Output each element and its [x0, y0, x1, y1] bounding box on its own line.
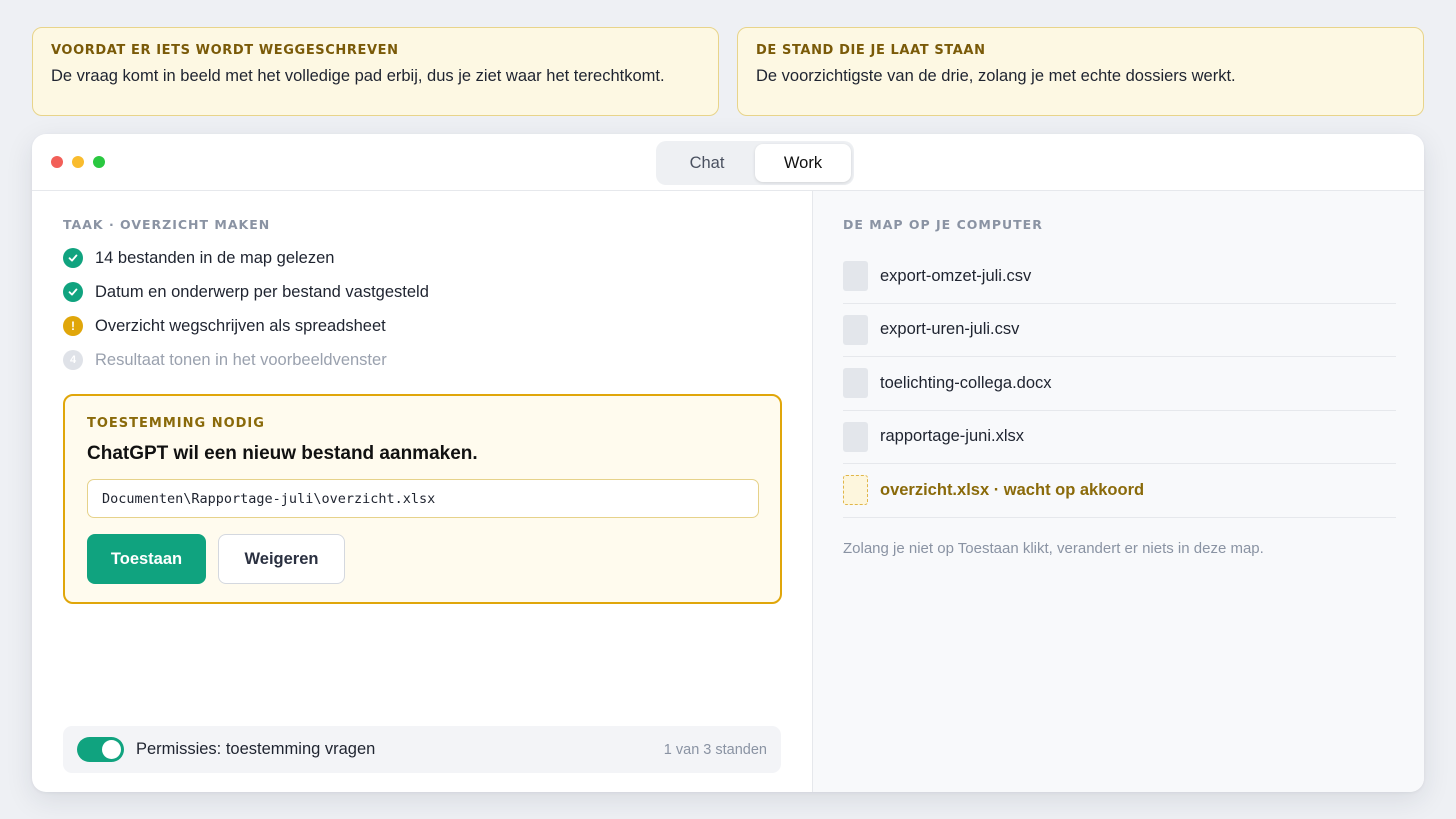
file-name: toelichting-collega.docx: [880, 373, 1052, 392]
tab-chat[interactable]: Chat: [659, 144, 755, 182]
pending-file-icon: [843, 475, 868, 506]
permission-mode-label: Permissies: toestemming vragen: [136, 740, 376, 758]
task-section-label: Taak · overzicht maken: [63, 217, 271, 232]
task-step-label: 14 bestanden in de map gelezen: [95, 248, 335, 267]
app-window: Chat Work Taak · overzicht maken 14 best…: [32, 134, 1424, 792]
callouts: Voordat er iets wordt weggeschreven De v…: [32, 27, 1424, 116]
task-step: 4 Resultaat tonen in het voorbeeldvenste…: [63, 343, 781, 377]
file-name: overzicht.xlsx · wacht op akkoord: [880, 480, 1145, 499]
file-name: export-omzet-juli.csv: [880, 266, 1032, 285]
task-step-label: Datum en onderwerp per bestand vastgeste…: [95, 282, 429, 301]
permission-title: ChatGPT wil een nieuw bestand aanmaken.: [87, 443, 478, 464]
title-bar: Chat Work: [32, 134, 1424, 191]
file-icon: [843, 261, 868, 292]
maximize-window-button[interactable]: [93, 156, 105, 168]
mode-switch: Chat Work: [656, 141, 854, 185]
callout-setting: De stand die je laat staan De voorzichti…: [737, 27, 1424, 116]
folder-note: Zolang je niet op Toestaan klikt, verand…: [843, 539, 1264, 557]
pending-file-row: overzicht.xlsx · wacht op akkoord: [843, 464, 1396, 518]
task-step: 14 bestanden in de map gelezen: [63, 241, 781, 275]
permission-card: Toestemming nodig ChatGPT wil een nieuw …: [63, 394, 782, 604]
permission-toggle[interactable]: [77, 737, 124, 762]
toggle-knob: [102, 740, 121, 759]
file-list: export-omzet-juli.csv export-uren-juli.c…: [843, 250, 1396, 518]
deny-button[interactable]: Weigeren: [218, 534, 345, 584]
folder-panel: De map op je computer export-omzet-juli.…: [813, 191, 1424, 792]
check-icon: [63, 248, 83, 268]
file-name: export-uren-juli.csv: [880, 320, 1020, 339]
permission-label: Toestemming nodig: [87, 416, 265, 431]
window-controls: [51, 156, 105, 168]
file-path-field: Documenten\Rapportage-juli\overzicht.xls…: [87, 479, 759, 518]
callout-text: De vraag komt in beeld met het volledige…: [51, 67, 665, 85]
file-row[interactable]: export-uren-juli.csv: [843, 304, 1396, 357]
task-panel: Taak · overzicht maken 14 bestanden in d…: [32, 191, 813, 792]
file-icon: [843, 368, 868, 399]
task-steps: 14 bestanden in de map gelezen Datum en …: [63, 241, 781, 377]
tab-work[interactable]: Work: [755, 144, 851, 182]
callout-text: De voorzichtigste van de drie, zolang je…: [756, 67, 1236, 85]
permission-actions: Toestaan Weigeren: [87, 534, 758, 584]
allow-button[interactable]: Toestaan: [87, 534, 206, 584]
close-window-button[interactable]: [51, 156, 63, 168]
file-row[interactable]: export-omzet-juli.csv: [843, 250, 1396, 304]
folder-section-label: De map op je computer: [843, 217, 1043, 232]
minimize-window-button[interactable]: [72, 156, 84, 168]
file-row[interactable]: rapportage-juni.xlsx: [843, 411, 1396, 464]
permission-mode-bar: Permissies: toestemming vragen 1 van 3 s…: [63, 726, 781, 773]
task-step-label: Resultaat tonen in het voorbeeldvenster: [95, 350, 387, 369]
task-step: ! Overzicht wegschrijven als spreadsheet: [63, 309, 781, 343]
permission-mode-count: 1 van 3 standen: [663, 741, 767, 758]
file-icon: [843, 314, 868, 345]
check-icon: [63, 282, 83, 302]
step-number-icon: 4: [63, 350, 83, 370]
callout-before-write: Voordat er iets wordt weggeschreven De v…: [32, 27, 719, 116]
file-icon: [843, 421, 868, 452]
callout-title: De stand die je laat staan: [756, 43, 986, 58]
warning-icon: !: [63, 316, 83, 336]
file-row[interactable]: toelichting-collega.docx: [843, 357, 1396, 411]
file-name: rapportage-juni.xlsx: [880, 427, 1024, 446]
task-step: Datum en onderwerp per bestand vastgeste…: [63, 275, 781, 309]
callout-title: Voordat er iets wordt weggeschreven: [51, 43, 399, 58]
task-step-label: Overzicht wegschrijven als spreadsheet: [95, 316, 386, 335]
